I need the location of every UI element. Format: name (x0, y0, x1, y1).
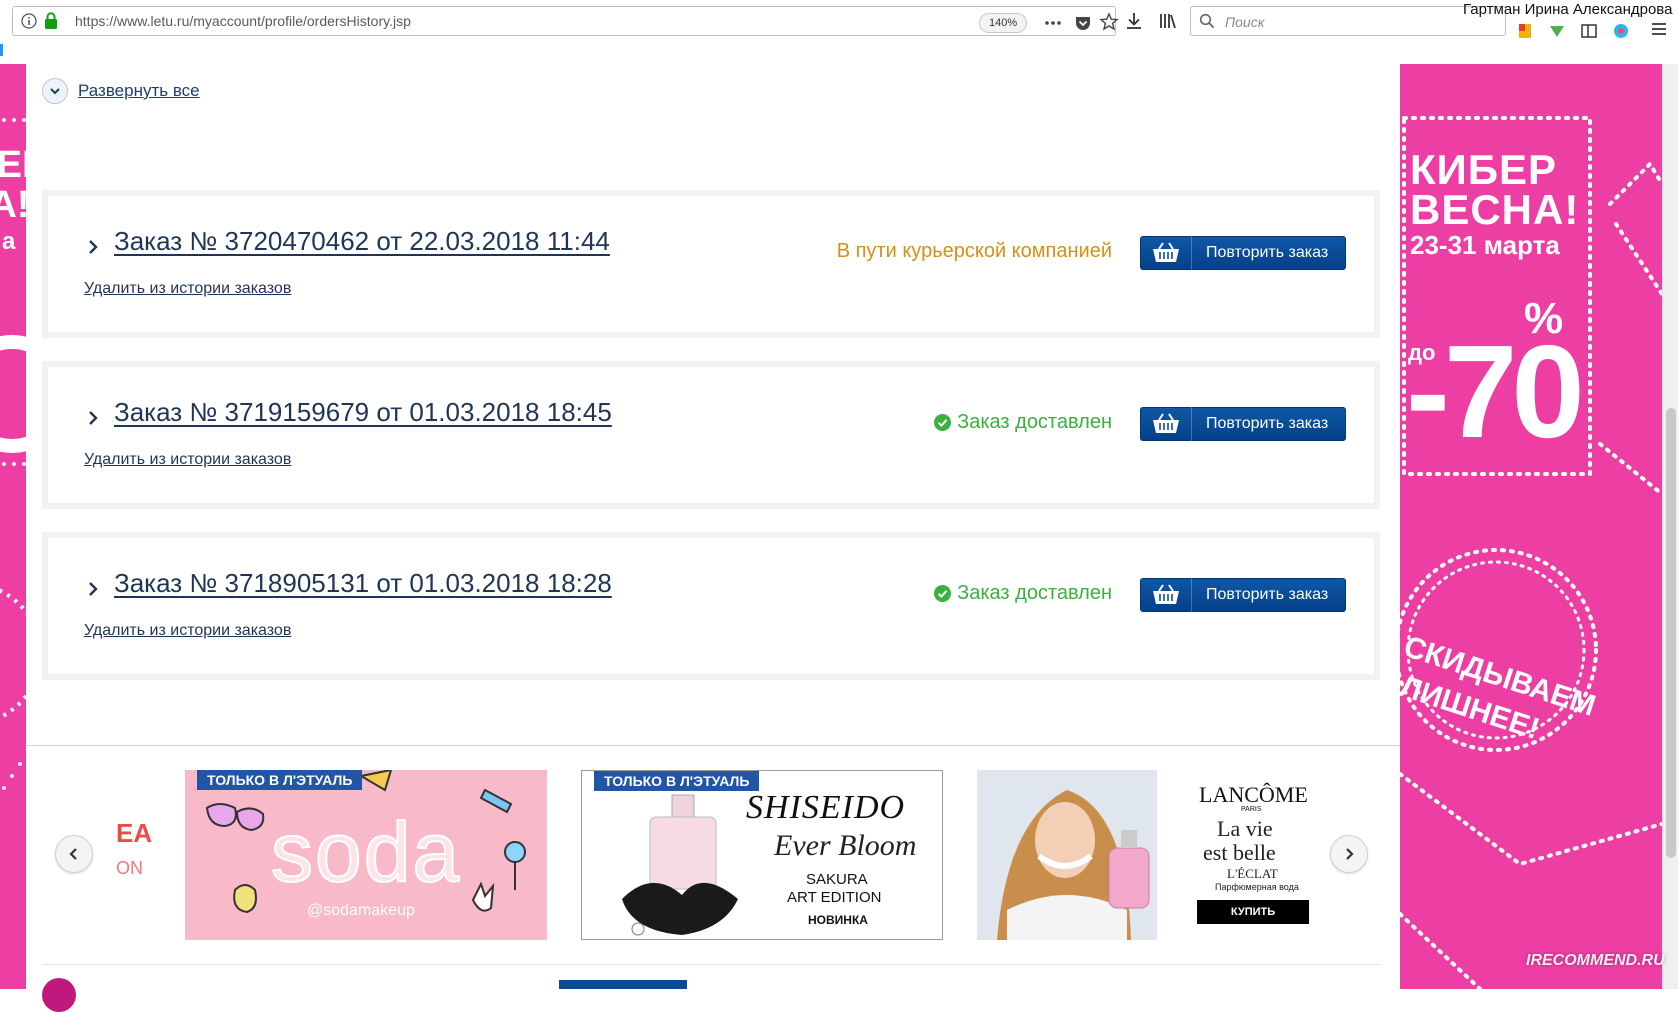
repeat-order-label: Повторить заказ (1206, 415, 1329, 432)
order-title-link[interactable]: Заказ № 3718905131 от 01.03.2018 18:28 (114, 568, 612, 599)
carousel-prev-button[interactable] (55, 835, 93, 873)
model-photo (977, 770, 1157, 940)
more-actions-icon[interactable] (1043, 13, 1063, 33)
banner-cta[interactable]: КУПИТЬ (1197, 900, 1309, 924)
banner-brand-shiseido: SHISEIDO (746, 789, 906, 826)
banner-line-3: L'ÉCLAT (1227, 866, 1278, 881)
chevron-right-icon (1346, 848, 1354, 860)
basket-icon (1153, 242, 1179, 262)
banner-ribbon: ТОЛЬКО В Л'ЭТУАЛЬ (594, 771, 760, 791)
chevron-right-icon[interactable] (86, 409, 100, 427)
promo-right-banner[interactable]: КИБЕР ВЕСНА! 23-31 марта до -70 % СКИДЫВ… (1400, 64, 1662, 989)
banner-ribbon: ТОЛЬКО В Л'ЭТУАЛЬ (197, 770, 363, 790)
check-circle-icon (934, 414, 952, 431)
lock-icon[interactable] (43, 12, 59, 30)
repeat-order-label: Повторить заказ (1206, 586, 1329, 603)
flag-extension-icon[interactable] (1516, 22, 1534, 40)
banner-line-4: Парфюмерная вода (1215, 882, 1299, 892)
promo-left-text-2: НА! (0, 184, 26, 226)
order-card: Заказ № 3718905131 от 01.03.2018 18:28 У… (42, 532, 1380, 680)
basket-icon (1153, 413, 1179, 433)
banner-handle: @sodamakeup (307, 902, 415, 919)
footer-pink-dot (42, 978, 76, 1012)
order-status-text: Заказ доставлен (957, 582, 1112, 604)
partial-banner-subtext: ON (116, 858, 143, 878)
banner-line-3: ART EDITION (787, 889, 882, 906)
order-status-text: Заказ доставлен (957, 411, 1112, 433)
library-icon[interactable] (1158, 11, 1178, 31)
remove-from-history-link[interactable]: Удалить из истории заказов (84, 451, 291, 469)
order-card: Заказ № 3720470462 от 22.03.2018 11:44 У… (42, 190, 1380, 338)
page-scrollbar[interactable] (1662, 64, 1678, 989)
promo-percent: % (1524, 294, 1564, 343)
search-placeholder: Поиск (1225, 14, 1265, 30)
banner-line-2: est belle (1203, 840, 1276, 865)
promo-headline-2: ВЕСНА! (1410, 186, 1580, 233)
banner-line-2: SAKURA (806, 871, 868, 888)
repeat-order-button[interactable]: Повторить заказ (1140, 407, 1346, 441)
banner-soda[interactable]: ТОЛЬКО В Л'ЭТУАЛЬ soda @sodamakeup (185, 770, 547, 940)
basket-icon (1153, 584, 1179, 604)
chevron-right-icon[interactable] (86, 580, 100, 598)
chevron-right-icon[interactable] (86, 238, 100, 256)
bookmark-star-icon[interactable] (1099, 12, 1119, 32)
info-icon[interactable] (21, 13, 37, 29)
order-status-text: В пути курьерской компанией (836, 240, 1112, 262)
address-bar[interactable]: https://www.letu.ru/myaccount/profile/or… (12, 6, 1119, 36)
green-extension-icon[interactable] (1548, 22, 1566, 40)
expand-all-link[interactable]: Развернуть все (78, 81, 200, 101)
banner-lancome[interactable]: LANCÔME PARIS La vie est belle L'ÉCLAT П… (977, 770, 1312, 940)
check-circle-icon (934, 585, 952, 602)
sidebar-icon[interactable] (1580, 22, 1598, 40)
carousel-next-button[interactable] (1330, 835, 1368, 873)
section-divider (26, 745, 1400, 746)
download-icon[interactable] (1124, 11, 1144, 31)
remove-from-history-link[interactable]: Удалить из истории заказов (84, 280, 291, 298)
tab-indicator (0, 44, 3, 56)
search-bar[interactable]: Поиск (1190, 6, 1506, 36)
banner-brand-soda: soda (270, 804, 462, 900)
banner-line-1: La vie (1217, 816, 1273, 841)
footer-blue-bar (559, 980, 687, 989)
watermark: IRECOMMEND.RU (1526, 952, 1665, 969)
order-status: В пути курьерской компанией (837, 240, 1112, 263)
banner-brand-sub: PARIS (1241, 806, 1262, 813)
footer-divider (42, 964, 1380, 965)
order-title-link[interactable]: Заказ № 3719159679 от 01.03.2018 18:45 (114, 397, 612, 428)
repeat-order-button[interactable]: Повторить заказ (1140, 236, 1346, 270)
promo-left-banner[interactable]: ИБЕР НА! а (0, 64, 26, 989)
order-title-link[interactable]: Заказ № 3720470462 от 22.03.2018 11:44 (114, 226, 610, 257)
order-status: Заказ доставлен (934, 411, 1112, 434)
expand-chevron-icon[interactable] (42, 78, 68, 104)
promo-left-text-1: ИБЕР (0, 144, 26, 186)
url-text[interactable]: https://www.letu.ru/myaccount/profile/or… (75, 13, 411, 29)
promo-dates: 23-31 марта (1410, 230, 1560, 260)
menu-icon[interactable] (1648, 18, 1670, 40)
user-name: Гартман Ирина Александрова (1463, 1, 1673, 18)
partial-banner-text: EA (116, 818, 153, 848)
repeat-order-button[interactable]: Повторить заказ (1140, 578, 1346, 612)
scrollbar-thumb[interactable] (1666, 408, 1676, 858)
chevron-left-icon (69, 848, 77, 860)
promo-discount: -70 (1406, 318, 1585, 465)
promo-left-text-3: а (2, 228, 16, 255)
order-status: Заказ доставлен (934, 582, 1112, 605)
banner-line-4: НОВИНКА (808, 913, 868, 927)
pocket-icon[interactable] (1073, 13, 1093, 33)
banner-line-1: Ever Bloom (774, 829, 917, 862)
remove-from-history-link[interactable]: Удалить из истории заказов (84, 622, 291, 640)
banner-shiseido[interactable]: ТОЛЬКО В Л'ЭТУАЛЬ SHISEIDO Ever Bloom SA… (581, 770, 943, 940)
perfume-bottle-illustration (622, 794, 738, 936)
banner-brand-lancome: LANCÔME (1199, 782, 1308, 807)
repeat-order-label: Повторить заказ (1206, 244, 1329, 261)
order-card: Заказ № 3719159679 от 01.03.2018 18:45 У… (42, 361, 1380, 509)
search-icon (1199, 13, 1215, 29)
browser-toolbar: https://www.letu.ru/myaccount/profile/or… (0, 0, 1678, 65)
zoom-indicator[interactable]: 140% (979, 13, 1028, 33)
expand-all-toggle[interactable]: Развернуть все (42, 77, 200, 105)
colorful-extension-icon[interactable] (1612, 22, 1630, 40)
